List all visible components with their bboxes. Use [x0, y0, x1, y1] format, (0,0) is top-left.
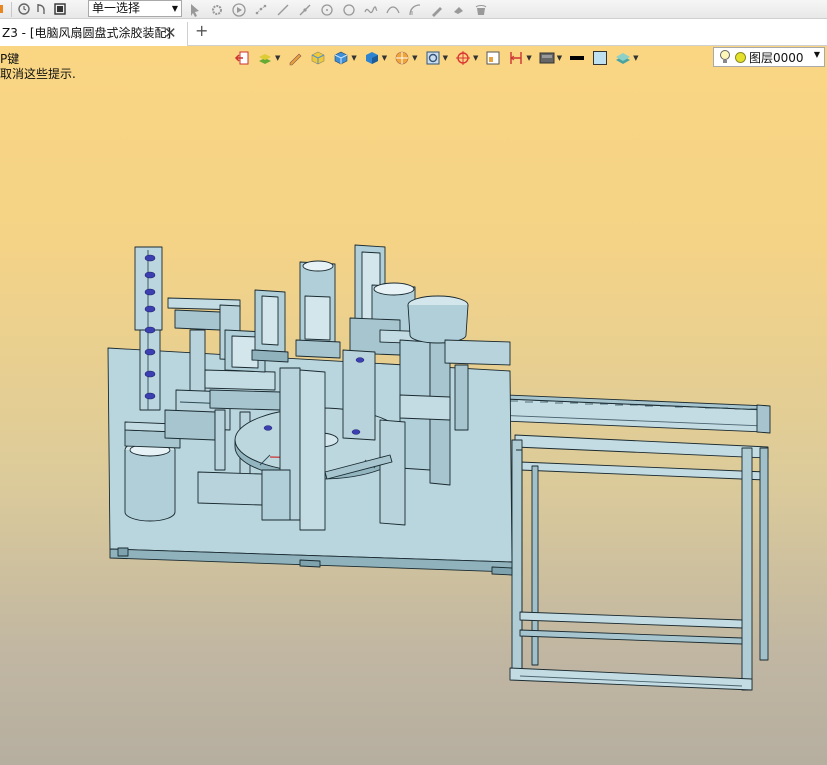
curve-icon[interactable] — [384, 1, 402, 19]
pen-icon[interactable] — [428, 1, 446, 19]
circle-icon[interactable] — [340, 1, 358, 19]
tab-document[interactable]: Z3 - [电脑风扇圆盘式涂胶装配] ✕ — [0, 22, 188, 46]
cursor-icon[interactable] — [186, 1, 204, 19]
spline-icon[interactable] — [362, 1, 380, 19]
tab-title: Z3 - [电脑风扇圆盘式涂胶装配] — [2, 26, 172, 40]
line-tangent-icon[interactable] — [296, 1, 314, 19]
arc-icon[interactable] — [406, 1, 424, 19]
document-tab-bar: Z3 - [电脑风扇圆盘式涂胶装配] ✕ — [0, 20, 827, 46]
top-toolbar: 单一选择 ▼ — [0, 0, 827, 19]
assembly-model-drawing[interactable] — [0, 46, 827, 765]
gear-pick-icon[interactable] — [208, 1, 226, 19]
chevron-down-icon: ▼ — [171, 4, 178, 13]
close-icon[interactable]: ✕ — [164, 22, 177, 44]
stop-icon[interactable] — [51, 0, 69, 18]
selection-mode-value: 单一选择 — [92, 1, 141, 15]
new-tab-plus-icon[interactable]: + — [195, 21, 208, 40]
points-icon[interactable] — [252, 1, 270, 19]
play-icon[interactable] — [230, 1, 248, 19]
toolbar-separator — [11, 1, 12, 17]
sketch-tools — [186, 0, 490, 19]
rollback-icon[interactable] — [33, 0, 51, 18]
orange-marker-icon[interactable] — [0, 0, 8, 18]
selection-mode-select[interactable]: 单一选择 ▼ — [88, 0, 182, 17]
line-icon[interactable] — [274, 1, 292, 19]
history-icon[interactable] — [15, 0, 33, 18]
3d-viewport[interactable]: P键 取消这些提示. ▼ ▼ ▼ ▼ ▼ ▼ ▼ ▼ ▼ 图层0000 ▼ — [0, 46, 827, 765]
bucket-icon[interactable] — [472, 1, 490, 19]
circle-center-icon[interactable] — [318, 1, 336, 19]
trim-icon[interactable] — [450, 1, 468, 19]
